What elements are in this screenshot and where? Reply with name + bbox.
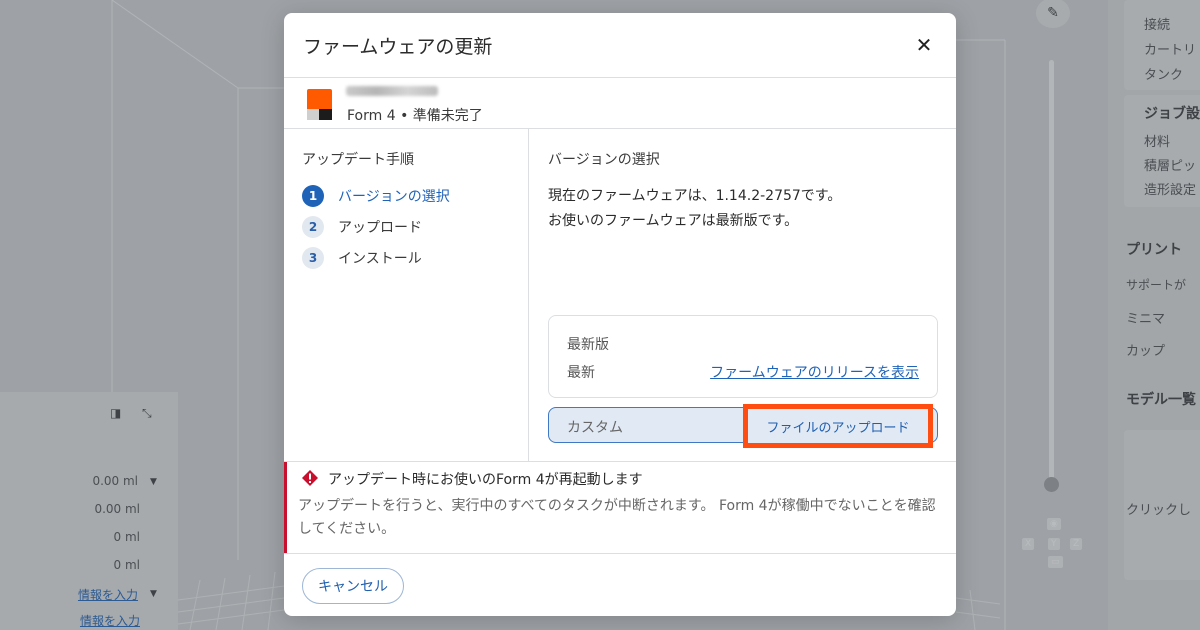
step-install: 3 インストール xyxy=(302,247,422,269)
collapse-icon[interactable]: ⤡ xyxy=(142,406,152,421)
sidebar-item-print-settings[interactable]: 造形設定 xyxy=(1144,179,1196,198)
dialog-footer: キャンセル xyxy=(284,553,956,616)
chevron-down-icon[interactable]: ▼ xyxy=(150,589,157,599)
job-settings-heading: ジョブ設 xyxy=(1144,106,1200,122)
material-panel: ◨ ⤡ 0.00 ml ▼ 0.00 ml 0 ml 0 ml 情報を入力 ▼ … xyxy=(0,392,178,630)
step-upload: 2 アップロード xyxy=(302,216,422,238)
section-title: バージョンの選択 xyxy=(548,152,660,168)
sidebar-item-tank[interactable]: タンク xyxy=(1144,64,1183,83)
eye-icon[interactable]: ◉ xyxy=(1047,518,1061,530)
model-list-heading: モデル一覧 xyxy=(1126,392,1196,408)
view-bottom-button[interactable]: ▭ xyxy=(1048,556,1063,568)
view-cube-nav[interactable]: ◉ X Y Z ▭ xyxy=(1020,518,1086,574)
latest-version-value: 最新 xyxy=(567,365,595,381)
panel-toggle-icon[interactable]: ◨ xyxy=(110,406,121,420)
volume-value: 0 ml xyxy=(113,558,140,572)
device-info: Form 4 • 準備未完了 xyxy=(284,77,956,129)
enter-info-link[interactable]: 情報を入力 xyxy=(78,586,138,603)
sidebar-item-minima[interactable]: ミニマ xyxy=(1126,308,1165,327)
view-x-button[interactable]: X xyxy=(1022,538,1035,550)
view-y-button[interactable]: Y xyxy=(1048,538,1060,550)
version-selection-panel: バージョンの選択 現在のファームウェアは、1.14.2-2757です。 お使いの… xyxy=(530,129,956,461)
volume-value: 0.00 ml xyxy=(92,474,138,488)
dialog-header: ファームウェアの更新 ✕ xyxy=(284,13,956,77)
current-firmware-text: 現在のファームウェアは、1.14.2-2757です。 xyxy=(548,188,842,204)
volume-value: 0 ml xyxy=(113,530,140,544)
latest-version-label: 最新版 xyxy=(567,337,609,353)
model-click-hint: クリックし xyxy=(1126,503,1192,518)
upload-file-label: ファイルのアップロード xyxy=(766,420,910,436)
firmware-latest-note: お使いのファームウェアは最新版です。 xyxy=(548,213,799,229)
step-label: インストール xyxy=(338,251,422,267)
sidebar-item-support[interactable]: サポートが xyxy=(1126,276,1186,293)
layer-slider-track[interactable] xyxy=(1049,60,1054,490)
step-select-version[interactable]: 1 バージョンの選択 xyxy=(302,185,450,207)
steps-title: アップデート手順 xyxy=(302,152,414,168)
update-steps: アップデート手順 1 バージョンの選択 2 アップロード 3 インストール xyxy=(284,129,529,461)
latest-version-option[interactable]: 最新版 最新 ファームウェアのリリースを表示 xyxy=(548,315,938,398)
upload-file-button[interactable]: ファイルのアップロード xyxy=(743,404,933,448)
chevron-down-icon[interactable]: ▼ xyxy=(150,477,157,487)
sidebar-item-connection[interactable]: 接続 xyxy=(1144,14,1170,33)
step-number: 2 xyxy=(302,216,324,238)
sidebar-item-cartridge[interactable]: カートリ xyxy=(1144,39,1196,58)
view-release-notes-link[interactable]: ファームウェアのリリースを表示 xyxy=(710,362,919,382)
cancel-button[interactable]: キャンセル xyxy=(302,568,404,604)
view-z-button[interactable]: Z xyxy=(1070,538,1083,550)
volume-value: 0.00 ml xyxy=(94,502,140,516)
step-number: 3 xyxy=(302,247,324,269)
warning-accent-bar xyxy=(284,462,287,554)
step-number: 1 xyxy=(302,185,324,207)
restart-warning: アップデート時にお使いのForm 4が再起動します アップデートを行うと、実行中… xyxy=(284,461,956,554)
device-status: Form 4 • 準備未完了 xyxy=(347,108,483,124)
warning-title: アップデート時にお使いのForm 4が再起動します xyxy=(328,472,643,488)
step-label: アップロード xyxy=(338,220,422,236)
sidebar-item-cup[interactable]: カップ xyxy=(1126,340,1165,359)
step-label: バージョンの選択 xyxy=(338,189,450,205)
dialog-title: ファームウェアの更新 xyxy=(303,35,493,58)
custom-version-label: カスタム xyxy=(567,420,623,436)
layer-slider-handle[interactable] xyxy=(1044,477,1059,492)
sidebar-item-material[interactable]: 材料 xyxy=(1144,131,1170,150)
warning-text: アップデートを行うと、実行中のすべてのタスクが中断されます。 Form 4が稼働… xyxy=(298,498,936,537)
print-heading: プリント xyxy=(1126,242,1182,258)
warning-icon xyxy=(302,470,318,486)
enter-info-link[interactable]: 情報を入力 xyxy=(80,612,140,629)
custom-version-option[interactable]: カスタム ファイルのアップロード xyxy=(548,404,938,448)
sidebar-item-layer-height[interactable]: 積層ピッ xyxy=(1144,155,1196,174)
dialog-body: アップデート手順 1 バージョンの選択 2 アップロード 3 インストール バー… xyxy=(284,129,956,461)
printer-icon xyxy=(307,89,332,120)
device-name-redacted xyxy=(346,86,438,96)
close-icon[interactable]: ✕ xyxy=(912,33,936,57)
firmware-update-dialog: ファームウェアの更新 ✕ Form 4 • 準備未完了 アップデート手順 1 バ… xyxy=(284,13,956,616)
